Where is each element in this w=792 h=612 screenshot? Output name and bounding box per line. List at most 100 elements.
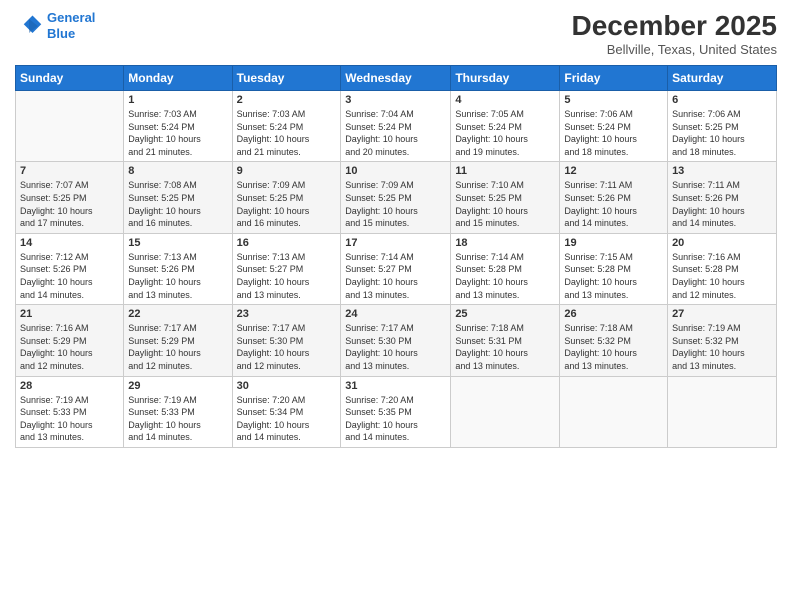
calendar-cell: 11 Sunrise: 7:10 AM Sunset: 5:25 PM Dayli… bbox=[451, 162, 560, 233]
day-info: Sunrise: 7:19 AM Sunset: 5:33 PM Dayligh… bbox=[20, 394, 119, 444]
day-number: 11 bbox=[455, 165, 555, 177]
calendar-cell: 5 Sunrise: 7:06 AM Sunset: 5:24 PM Daylig… bbox=[560, 91, 668, 162]
day-info: Sunrise: 7:19 AM Sunset: 5:33 PM Dayligh… bbox=[128, 394, 227, 444]
calendar-cell: 4 Sunrise: 7:05 AM Sunset: 5:24 PM Daylig… bbox=[451, 91, 560, 162]
location: Bellville, Texas, United States bbox=[572, 42, 777, 57]
day-info: Sunrise: 7:13 AM Sunset: 5:26 PM Dayligh… bbox=[128, 251, 227, 301]
calendar-cell: 31Sunrise: 7:20 AM Sunset: 5:35 PM Dayli… bbox=[341, 376, 451, 447]
day-info: Sunrise: 7:06 AM Sunset: 5:24 PM Dayligh… bbox=[564, 108, 663, 158]
day-info: Sunrise: 7:11 AM Sunset: 5:26 PM Dayligh… bbox=[564, 179, 663, 229]
calendar-cell: 16Sunrise: 7:13 AM Sunset: 5:27 PM Dayli… bbox=[232, 233, 341, 304]
day-number: 17 bbox=[345, 237, 446, 249]
day-info: Sunrise: 7:18 AM Sunset: 5:31 PM Dayligh… bbox=[455, 322, 555, 372]
day-info: Sunrise: 7:03 AM Sunset: 5:24 PM Dayligh… bbox=[237, 108, 337, 158]
calendar-cell: 20 Sunrise: 7:16 AM Sunset: 5:28 PM Dayli… bbox=[668, 233, 777, 304]
day-number: 10 bbox=[345, 165, 446, 177]
day-info: Sunrise: 7:18 AM Sunset: 5:32 PM Dayligh… bbox=[564, 322, 663, 372]
calendar-cell: 10Sunrise: 7:09 AM Sunset: 5:25 PM Dayli… bbox=[341, 162, 451, 233]
calendar-cell bbox=[451, 376, 560, 447]
day-info: Sunrise: 7:11 AM Sunset: 5:26 PM Dayligh… bbox=[672, 179, 772, 229]
calendar-cell: 30 Sunrise: 7:20 AM Sunset: 5:34 PM Dayli… bbox=[232, 376, 341, 447]
day-number: 16 bbox=[237, 237, 337, 249]
day-number: 3 bbox=[345, 94, 446, 106]
day-info: Sunrise: 7:14 AM Sunset: 5:28 PM Dayligh… bbox=[455, 251, 555, 301]
day-info: Sunrise: 7:20 AM Sunset: 5:35 PM Dayligh… bbox=[345, 394, 446, 444]
day-info: Sunrise: 7:07 AM Sunset: 5:25 PM Dayligh… bbox=[20, 179, 119, 229]
day-number: 26 bbox=[564, 308, 663, 320]
calendar-header-row: SundayMondayTuesdayWednesdayThursdayFrid… bbox=[16, 66, 777, 91]
day-info: Sunrise: 7:04 AM Sunset: 5:24 PM Dayligh… bbox=[345, 108, 446, 158]
day-number: 8 bbox=[128, 165, 227, 177]
day-number: 14 bbox=[20, 237, 119, 249]
day-number: 2 bbox=[237, 94, 337, 106]
day-number: 12 bbox=[564, 165, 663, 177]
calendar-cell: 24Sunrise: 7:17 AM Sunset: 5:30 PM Dayli… bbox=[341, 305, 451, 376]
day-info: Sunrise: 7:16 AM Sunset: 5:28 PM Dayligh… bbox=[672, 251, 772, 301]
calendar-cell: 15 Sunrise: 7:13 AM Sunset: 5:26 PM Dayli… bbox=[124, 233, 232, 304]
day-number: 5 bbox=[564, 94, 663, 106]
calendar-week-row: 1Sunrise: 7:03 AM Sunset: 5:24 PM Daylig… bbox=[16, 91, 777, 162]
day-number: 29 bbox=[128, 380, 227, 392]
calendar-cell: 2 Sunrise: 7:03 AM Sunset: 5:24 PM Daylig… bbox=[232, 91, 341, 162]
day-number: 7 bbox=[20, 165, 119, 177]
calendar-week-row: 7 Sunrise: 7:07 AM Sunset: 5:25 PM Daylig… bbox=[16, 162, 777, 233]
day-info: Sunrise: 7:09 AM Sunset: 5:25 PM Dayligh… bbox=[237, 179, 337, 229]
day-number: 15 bbox=[128, 237, 227, 249]
calendar-cell: 14 Sunrise: 7:12 AM Sunset: 5:26 PM Dayli… bbox=[16, 233, 124, 304]
weekday-header: Sunday bbox=[16, 66, 124, 91]
weekday-header: Monday bbox=[124, 66, 232, 91]
calendar-cell: 26 Sunrise: 7:18 AM Sunset: 5:32 PM Dayli… bbox=[560, 305, 668, 376]
logo-icon bbox=[15, 12, 43, 40]
calendar-cell: 27 Sunrise: 7:19 AM Sunset: 5:32 PM Dayli… bbox=[668, 305, 777, 376]
calendar-cell: 6 Sunrise: 7:06 AM Sunset: 5:25 PM Daylig… bbox=[668, 91, 777, 162]
day-number: 20 bbox=[672, 237, 772, 249]
day-info: Sunrise: 7:16 AM Sunset: 5:29 PM Dayligh… bbox=[20, 322, 119, 372]
weekday-header: Saturday bbox=[668, 66, 777, 91]
day-number: 13 bbox=[672, 165, 772, 177]
calendar-cell: 8 Sunrise: 7:08 AM Sunset: 5:25 PM Daylig… bbox=[124, 162, 232, 233]
weekday-header: Wednesday bbox=[341, 66, 451, 91]
day-number: 30 bbox=[237, 380, 337, 392]
calendar-cell: 29 Sunrise: 7:19 AM Sunset: 5:33 PM Dayli… bbox=[124, 376, 232, 447]
calendar-cell: 22 Sunrise: 7:17 AM Sunset: 5:29 PM Dayli… bbox=[124, 305, 232, 376]
calendar-cell: 7 Sunrise: 7:07 AM Sunset: 5:25 PM Daylig… bbox=[16, 162, 124, 233]
calendar-cell: 25Sunrise: 7:18 AM Sunset: 5:31 PM Dayli… bbox=[451, 305, 560, 376]
day-number: 24 bbox=[345, 308, 446, 320]
day-number: 6 bbox=[672, 94, 772, 106]
day-info: Sunrise: 7:08 AM Sunset: 5:25 PM Dayligh… bbox=[128, 179, 227, 229]
calendar-cell: 17 Sunrise: 7:14 AM Sunset: 5:27 PM Dayli… bbox=[341, 233, 451, 304]
calendar-cell: 19Sunrise: 7:15 AM Sunset: 5:28 PM Dayli… bbox=[560, 233, 668, 304]
day-number: 22 bbox=[128, 308, 227, 320]
day-info: Sunrise: 7:19 AM Sunset: 5:32 PM Dayligh… bbox=[672, 322, 772, 372]
day-info: Sunrise: 7:17 AM Sunset: 5:30 PM Dayligh… bbox=[237, 322, 337, 372]
day-info: Sunrise: 7:17 AM Sunset: 5:29 PM Dayligh… bbox=[128, 322, 227, 372]
day-number: 9 bbox=[237, 165, 337, 177]
calendar-cell: 9 Sunrise: 7:09 AM Sunset: 5:25 PM Daylig… bbox=[232, 162, 341, 233]
calendar-table: SundayMondayTuesdayWednesdayThursdayFrid… bbox=[15, 65, 777, 448]
day-number: 18 bbox=[455, 237, 555, 249]
day-number: 4 bbox=[455, 94, 555, 106]
day-info: Sunrise: 7:20 AM Sunset: 5:34 PM Dayligh… bbox=[237, 394, 337, 444]
day-info: Sunrise: 7:05 AM Sunset: 5:24 PM Dayligh… bbox=[455, 108, 555, 158]
calendar-week-row: 21 Sunrise: 7:16 AM Sunset: 5:29 PM Dayli… bbox=[16, 305, 777, 376]
day-info: Sunrise: 7:10 AM Sunset: 5:25 PM Dayligh… bbox=[455, 179, 555, 229]
title-block: December 2025 Bellville, Texas, United S… bbox=[572, 10, 777, 57]
calendar-cell: 18 Sunrise: 7:14 AM Sunset: 5:28 PM Dayli… bbox=[451, 233, 560, 304]
weekday-header: Tuesday bbox=[232, 66, 341, 91]
day-number: 28 bbox=[20, 380, 119, 392]
calendar-week-row: 14 Sunrise: 7:12 AM Sunset: 5:26 PM Dayli… bbox=[16, 233, 777, 304]
logo: General Blue bbox=[15, 10, 95, 41]
calendar-cell bbox=[16, 91, 124, 162]
day-number: 21 bbox=[20, 308, 119, 320]
calendar-cell: 1Sunrise: 7:03 AM Sunset: 5:24 PM Daylig… bbox=[124, 91, 232, 162]
calendar-cell: 12 Sunrise: 7:11 AM Sunset: 5:26 PM Dayli… bbox=[560, 162, 668, 233]
day-info: Sunrise: 7:14 AM Sunset: 5:27 PM Dayligh… bbox=[345, 251, 446, 301]
day-info: Sunrise: 7:12 AM Sunset: 5:26 PM Dayligh… bbox=[20, 251, 119, 301]
day-number: 27 bbox=[672, 308, 772, 320]
logo-text: General Blue bbox=[47, 10, 95, 41]
day-number: 23 bbox=[237, 308, 337, 320]
calendar-cell: 28 Sunrise: 7:19 AM Sunset: 5:33 PM Dayli… bbox=[16, 376, 124, 447]
calendar-cell: 21 Sunrise: 7:16 AM Sunset: 5:29 PM Dayli… bbox=[16, 305, 124, 376]
weekday-header: Friday bbox=[560, 66, 668, 91]
day-info: Sunrise: 7:06 AM Sunset: 5:25 PM Dayligh… bbox=[672, 108, 772, 158]
